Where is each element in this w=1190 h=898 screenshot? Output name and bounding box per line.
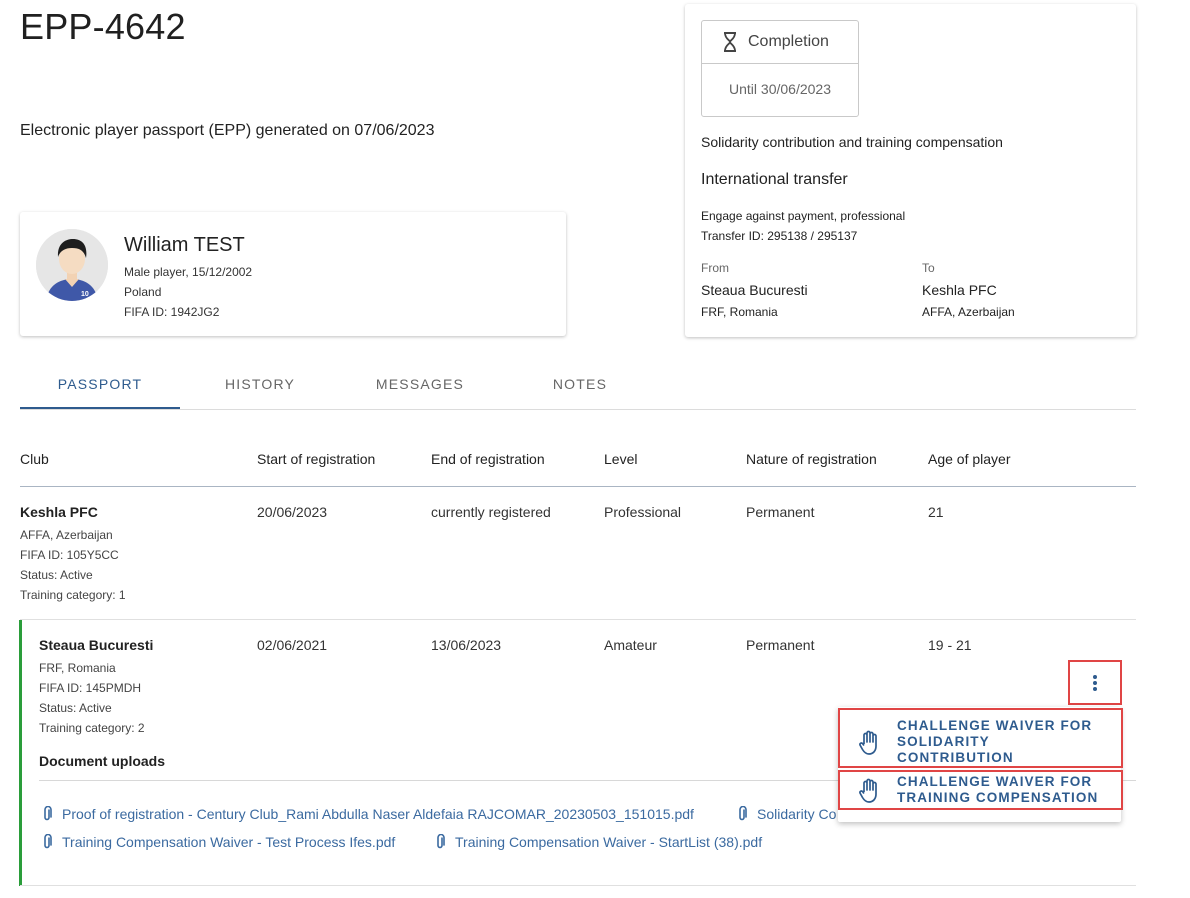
document-uploads-title: Document uploads [39, 753, 166, 769]
paperclip-icon [435, 834, 445, 850]
row-end: 13/06/2023 [431, 637, 502, 653]
more-vert-icon [1092, 674, 1098, 692]
player-card: 10 William TEST Male player, 15/12/2002 … [20, 212, 566, 336]
tab-passport[interactable]: PASSPORT [20, 360, 180, 409]
row-club-training: Training category: 2 [39, 721, 145, 735]
document-link[interactable]: Proof of registration - Century Club_Ram… [42, 806, 694, 822]
completion-status-box: Completion Until 30/06/2023 [701, 20, 859, 117]
from-association: FRF, Romania [701, 305, 778, 319]
row-club-assoc: AFFA, Azerbaijan [20, 528, 113, 542]
challenge-training-waiver-item[interactable]: CHALLENGE WAIVER FOR TRAINING COMPENSATI… [838, 770, 1123, 810]
document-link[interactable]: Training Compensation Waiver - StartList… [435, 834, 762, 850]
svg-text:10: 10 [81, 291, 89, 298]
paperclip-icon [42, 834, 52, 850]
tab-messages[interactable]: MESSAGES [340, 360, 500, 409]
menu-item-label: CHALLENGE WAIVER FOR SOLIDARITY CONTRIBU… [897, 718, 1093, 765]
row-club-assoc: FRF, Romania [39, 661, 116, 675]
header-club: Club [20, 451, 49, 467]
header-level: Level [604, 451, 638, 467]
document-link-label: Solidarity Co [757, 806, 837, 822]
challenge-solidarity-waiver-item[interactable]: CHALLENGE WAIVER FOR SOLIDARITY CONTRIBU… [838, 708, 1123, 768]
header-nature: Nature of registration [746, 451, 877, 467]
row-actions-button[interactable] [1068, 660, 1122, 705]
transfer-engagement: Engage against payment, professional [701, 209, 906, 223]
row-age: 19 - 21 [928, 637, 972, 653]
transfer-category: Solidarity contribution and training com… [701, 134, 1003, 150]
row-club-fifa-id: FIFA ID: 145PMDH [39, 681, 142, 695]
document-link[interactable]: Training Compensation Waiver - Test Proc… [42, 834, 395, 850]
player-country: Poland [124, 285, 162, 299]
row-start: 02/06/2021 [257, 637, 328, 653]
player-avatar: 10 [36, 229, 108, 301]
row-level: Amateur [604, 637, 657, 653]
player-fifa-id: FIFA ID: 1942JG2 [124, 305, 220, 319]
tab-history[interactable]: HISTORY [180, 360, 340, 409]
row-start: 20/06/2023 [257, 504, 328, 520]
from-label: From [701, 261, 729, 275]
header-start: Start of registration [257, 451, 376, 467]
header-end: End of registration [431, 451, 545, 467]
row-age: 21 [928, 504, 944, 520]
row-actions-menu: CHALLENGE WAIVER FOR SOLIDARITY CONTRIBU… [838, 707, 1123, 822]
tab-notes[interactable]: NOTES [500, 360, 660, 409]
row-divider [20, 619, 1136, 620]
transfer-type: International transfer [701, 171, 848, 188]
row-end: currently registered [431, 504, 551, 520]
transfer-id: Transfer ID: 295138 / 295137 [701, 229, 858, 243]
row-divider [20, 885, 1136, 886]
header-divider [20, 486, 1136, 487]
document-link-label: Training Compensation Waiver - StartList… [455, 834, 763, 850]
document-link[interactable]: Solidarity Co [737, 806, 836, 822]
hand-icon [858, 778, 880, 809]
row-club-status: Status: Active [39, 701, 112, 715]
to-label: To [922, 261, 935, 275]
transfer-card: Completion Until 30/06/2023 Solidarity c… [685, 4, 1136, 337]
paperclip-icon [737, 806, 747, 822]
from-club: Steaua Bucuresti [701, 282, 808, 298]
row-club-training: Training category: 1 [20, 588, 126, 602]
active-row-indicator [19, 620, 22, 886]
page-title: EPP-4642 [20, 6, 186, 47]
row-club-name: Steaua Bucuresti [39, 637, 154, 653]
menu-item-label: CHALLENGE WAIVER FOR TRAINING COMPENSATI… [897, 774, 1099, 805]
epp-generated-text: Electronic player passport (EPP) generat… [20, 122, 435, 139]
completion-label: Completion [748, 33, 829, 50]
row-club-fifa-id: FIFA ID: 105Y5CC [20, 548, 119, 562]
hand-icon [858, 730, 880, 761]
completion-until: Until 30/06/2023 [729, 81, 831, 97]
hourglass-icon [722, 32, 738, 52]
row-nature: Permanent [746, 504, 815, 520]
document-link-label: Training Compensation Waiver - Test Proc… [62, 834, 396, 850]
row-level: Professional [604, 504, 682, 520]
tab-bar: PASSPORT HISTORY MESSAGES NOTES [20, 360, 1136, 410]
paperclip-icon [42, 806, 52, 822]
document-link-label: Proof of registration - Century Club_Ram… [62, 806, 694, 822]
to-club: Keshla PFC [922, 282, 997, 298]
player-name: William TEST [124, 234, 245, 256]
header-age: Age of player [928, 451, 1011, 467]
row-club-name: Keshla PFC [20, 504, 98, 520]
row-club-status: Status: Active [20, 568, 93, 582]
player-gender-dob: Male player, 15/12/2002 [124, 265, 253, 279]
row-nature: Permanent [746, 637, 815, 653]
to-association: AFFA, Azerbaijan [922, 305, 1015, 319]
